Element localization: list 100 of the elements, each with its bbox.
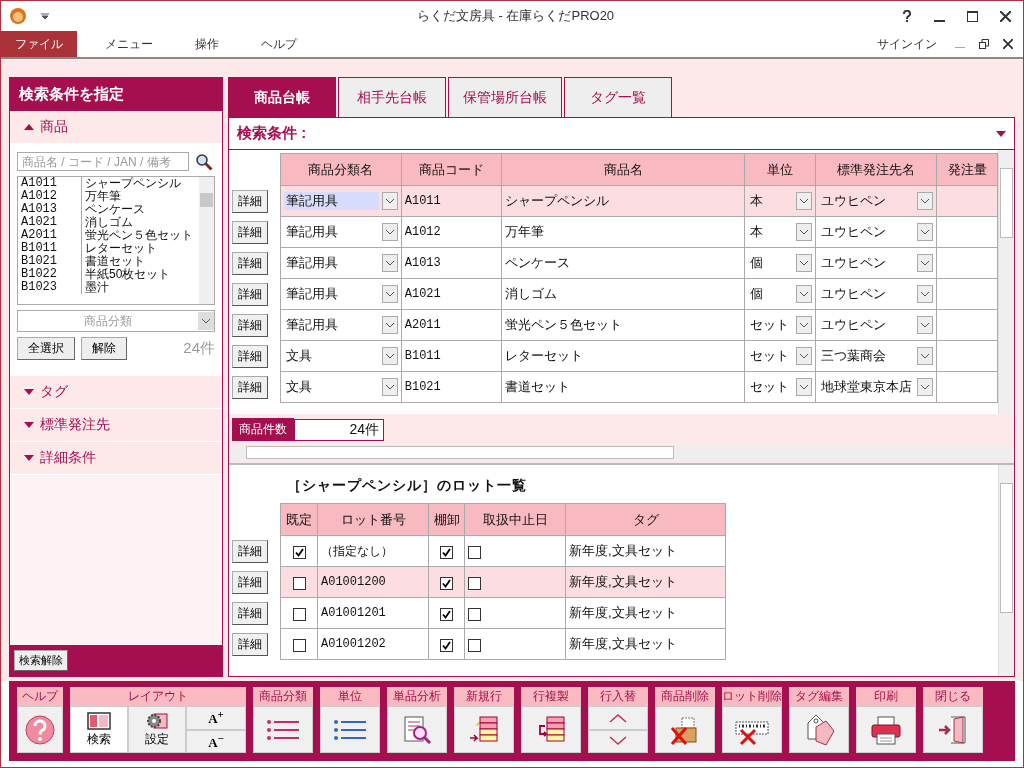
chevron-icon[interactable] [917, 316, 934, 334]
scrollbar[interactable] [230, 445, 1013, 461]
copy-row-button[interactable] [521, 706, 581, 753]
menu-item[interactable]: メニュー [91, 30, 167, 58]
list-item-code[interactable]: B1011 [18, 242, 82, 255]
detail-button[interactable]: 詳細 [232, 570, 268, 594]
chevron-icon[interactable] [796, 347, 813, 365]
sign-in-link[interactable]: サインイン [877, 35, 937, 53]
detail-button[interactable]: 詳細 [232, 220, 268, 244]
section-header[interactable]: 商品 [10, 111, 222, 144]
tab[interactable]: 商品台帳 [228, 77, 336, 117]
detail-button[interactable]: 詳細 [232, 539, 268, 563]
chevron-icon[interactable] [381, 254, 398, 272]
chevron-icon[interactable] [917, 254, 934, 272]
checkbox[interactable] [468, 545, 481, 559]
detail-button[interactable]: 詳細 [232, 375, 268, 399]
unit-cell[interactable]: 個 [748, 285, 766, 303]
list-button[interactable]: 全選択 [17, 337, 75, 360]
delete-product-button[interactable] [655, 706, 715, 753]
list-item-name[interactable]: シャープペンシル [82, 177, 181, 190]
checkbox[interactable] [292, 638, 306, 652]
list-item-name[interactable]: 消しゴム [82, 216, 133, 229]
chevron-icon[interactable] [381, 347, 398, 365]
unit-cell[interactable]: 本 [748, 192, 766, 210]
list-item-name[interactable]: 蛍光ペン５色セット [82, 229, 193, 242]
maximize-icon[interactable] [967, 10, 978, 22]
category-cell[interactable]: 筆記用具 [283, 192, 379, 210]
checkbox[interactable] [292, 545, 306, 559]
scrollbar[interactable] [998, 150, 1014, 414]
section-header[interactable]: 標準発注先 [10, 409, 222, 442]
font-size-button[interactable]: A$^{+}$ [186, 706, 246, 730]
detail-button[interactable]: 詳細 [232, 344, 268, 368]
list-item-name[interactable]: 書道セット [82, 255, 145, 268]
list-item-code[interactable]: B1022 [18, 268, 82, 281]
dropdown-triangle-icon[interactable] [996, 130, 1006, 137]
chevron-icon[interactable] [796, 285, 813, 303]
checkbox[interactable] [468, 638, 481, 652]
tab[interactable]: タグ一覧 [564, 77, 672, 117]
checkbox[interactable] [468, 576, 481, 590]
list-button[interactable]: 解除 [81, 337, 127, 360]
list-item-code[interactable]: A2011 [18, 229, 82, 242]
new-row-button[interactable] [454, 706, 514, 753]
list-item-code[interactable]: A1021 [18, 216, 82, 229]
help-button[interactable] [17, 706, 63, 753]
category-button[interactable] [253, 706, 313, 753]
layout-button[interactable]: 設定 [128, 706, 186, 753]
checkbox[interactable] [440, 576, 453, 590]
chevron-icon[interactable] [917, 378, 934, 396]
list-item-name[interactable]: 墨汁 [82, 281, 109, 294]
unit-cell[interactable]: 本 [748, 223, 766, 241]
chevron-icon[interactable] [796, 254, 813, 272]
list-item-code[interactable]: A1011 [18, 177, 82, 190]
font-size-button[interactable]: A$^{−}$ [186, 729, 246, 753]
detail-button[interactable]: 詳細 [232, 282, 268, 306]
checkbox[interactable] [440, 638, 453, 652]
clear-search-button[interactable]: 検索解除 [14, 650, 68, 671]
chevron-icon[interactable] [917, 347, 934, 365]
help-icon[interactable] [902, 10, 912, 22]
list-item-name[interactable]: ペンケース [82, 203, 145, 216]
list-item-name[interactable]: レターセット [82, 242, 157, 255]
list-item-code[interactable]: B1023 [18, 281, 82, 294]
chevron-icon[interactable] [796, 223, 813, 241]
list-item-code[interactable]: A1012 [18, 190, 82, 203]
analysis-button[interactable] [387, 706, 447, 753]
list-item-code[interactable]: B1021 [18, 255, 82, 268]
checkbox[interactable] [440, 545, 453, 559]
detail-button[interactable]: 詳細 [232, 251, 268, 275]
checkbox[interactable] [468, 607, 481, 621]
tab[interactable]: 相手先台帳 [338, 77, 446, 117]
delete-lot-button[interactable] [722, 706, 782, 753]
list-item-name[interactable]: 万年筆 [82, 190, 121, 203]
chevron-icon[interactable] [381, 285, 398, 303]
scrollbar[interactable] [998, 465, 1014, 676]
list-item-code[interactable]: A1013 [18, 203, 82, 216]
detail-button[interactable]: 詳細 [232, 189, 268, 213]
menu-item[interactable]: 操作 [181, 30, 233, 58]
detail-button[interactable]: 詳細 [232, 313, 268, 337]
close-icon[interactable] [1003, 39, 1013, 49]
chevron-icon[interactable] [796, 378, 813, 396]
menu-item[interactable]: ヘルプ [247, 30, 311, 58]
checkbox[interactable] [292, 607, 306, 621]
checkbox[interactable] [292, 576, 306, 590]
chevron-icon[interactable] [796, 192, 813, 210]
search-icon[interactable] [195, 152, 213, 171]
chevron-icon[interactable] [917, 192, 934, 210]
tags-button[interactable] [789, 706, 849, 753]
checkbox[interactable] [440, 607, 453, 621]
chevron-icon[interactable] [381, 192, 398, 210]
close-button[interactable] [923, 706, 983, 753]
print-button[interactable] [856, 706, 916, 753]
chevron-icon[interactable] [381, 316, 398, 334]
list-item-name[interactable]: 半紙50枚セット [82, 268, 171, 281]
section-header[interactable]: 詳細条件 [10, 442, 222, 475]
layout-button[interactable]: 検索 [70, 706, 128, 753]
close-icon[interactable] [1000, 10, 1011, 22]
section-header[interactable]: タグ [10, 376, 222, 409]
search-field[interactable]: 商品名 / コード / JAN / 備考 [17, 152, 189, 171]
scrollbar[interactable] [199, 177, 214, 304]
detail-button[interactable]: 詳細 [232, 601, 268, 625]
chevron-icon[interactable] [917, 285, 934, 303]
